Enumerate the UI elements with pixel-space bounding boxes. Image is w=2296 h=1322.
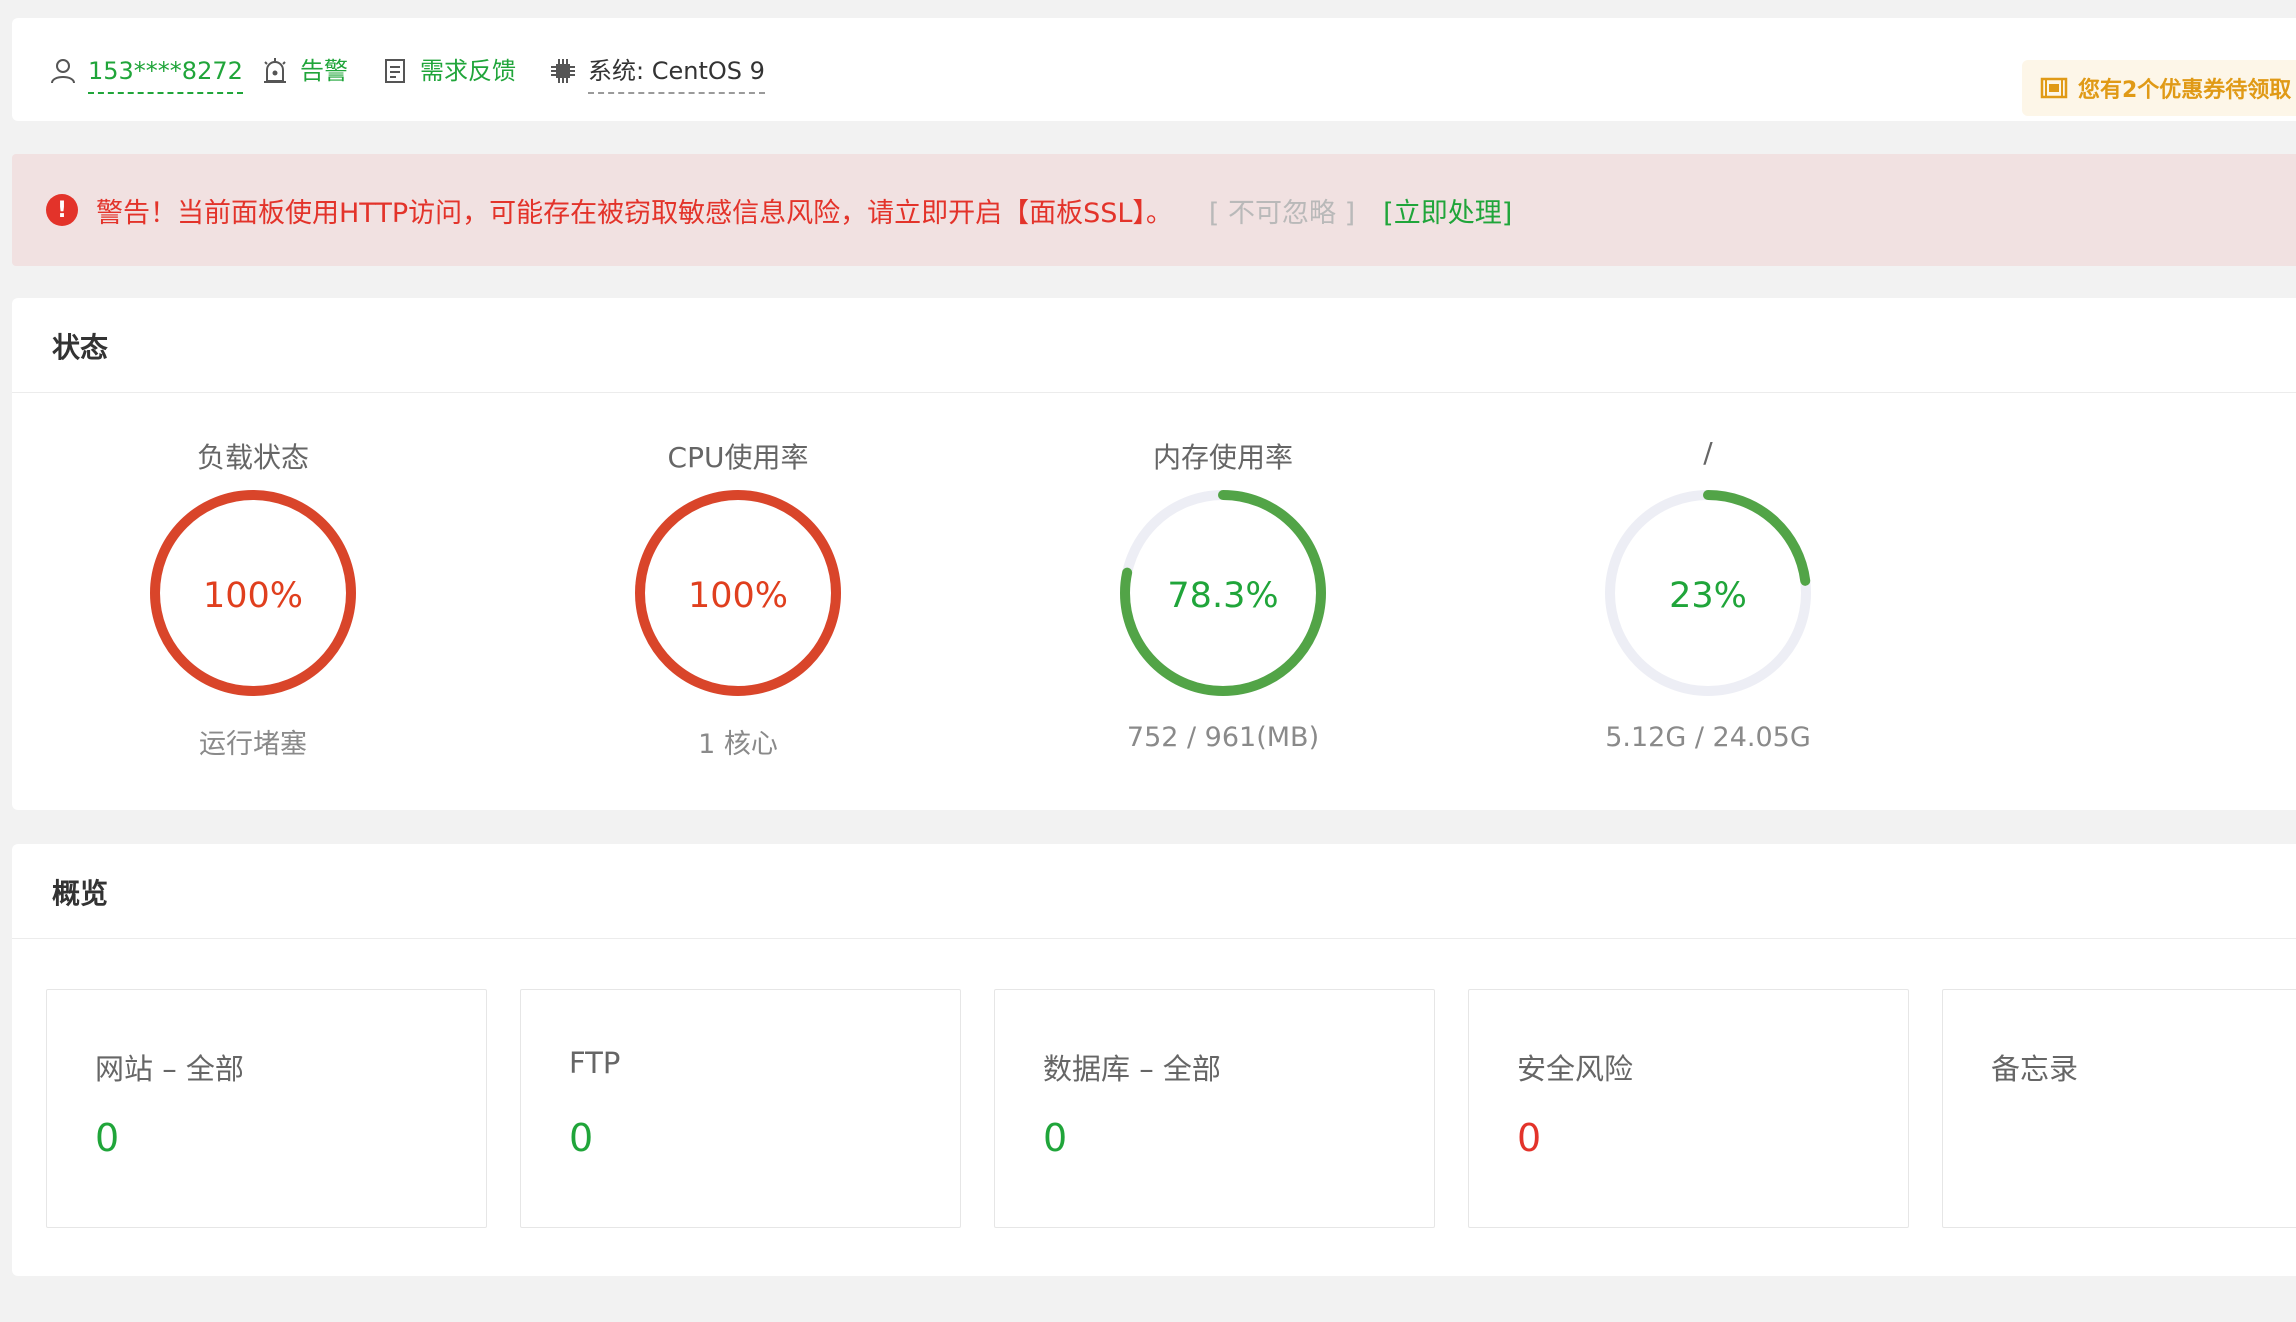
card-security-risk[interactable]: 安全风险 0	[1468, 989, 1909, 1228]
overview-divider	[12, 938, 2296, 939]
gauge-label: 负载状态	[196, 441, 309, 474]
feedback-link[interactable]: 需求反馈	[380, 56, 516, 106]
gauge-value: 23%	[1669, 576, 1747, 616]
card-databases[interactable]: 数据库 – 全部 0	[994, 989, 1435, 1228]
card-title: 数据库 – 全部	[1043, 1052, 1221, 1086]
coupon-icon	[2040, 77, 2068, 99]
user-account[interactable]: 153****8272	[48, 56, 243, 106]
alarm-label: 告警	[300, 57, 348, 85]
card-title: 安全风险	[1517, 1052, 1634, 1086]
gauge-label: /	[1703, 436, 1713, 469]
card-title: FTP	[569, 1046, 621, 1080]
card-value[interactable]: 0	[95, 1116, 119, 1160]
alarm-link[interactable]: 告警	[260, 56, 348, 106]
handle-now-link[interactable]: [立即处理]	[1383, 191, 1512, 230]
document-icon	[385, 59, 405, 83]
coupon-banner[interactable]: 您有2个优惠券待领取	[2022, 60, 2296, 116]
card-ftp[interactable]: FTP 0	[520, 989, 961, 1228]
gauge-value: 78.3%	[1167, 576, 1279, 616]
system-label: 系统:	[588, 57, 645, 85]
card-value[interactable]: 0	[1517, 1116, 1541, 1160]
gauge-value: 100%	[202, 576, 304, 616]
ignore-label: [ 不可忽略 ]	[1208, 197, 1356, 229]
status-title: 状态	[52, 331, 109, 364]
status-divider	[12, 392, 2296, 393]
card-title: 网站 – 全部	[95, 1052, 244, 1086]
system-text[interactable]: 系统: CentOS 9	[588, 56, 765, 94]
user-icon	[51, 59, 75, 84]
gauge-label: 内存使用率	[1152, 441, 1293, 474]
user-phone[interactable]: 153****8272	[88, 56, 243, 94]
gauge-label: CPU使用率	[667, 441, 809, 474]
card-websites[interactable]: 网站 – 全部 0	[46, 989, 487, 1228]
chip-icon	[551, 59, 575, 83]
alert-message: 警告！当前面板使用HTTP访问，可能存在被窃取敏感信息风险，请立即开启【面板SS…	[96, 197, 1173, 229]
card-memo[interactable]: 备忘录	[1942, 989, 2296, 1228]
coupon-text: 您有2个优惠券待领取	[2078, 78, 2292, 103]
card-value[interactable]: 0	[569, 1116, 593, 1160]
system-value: CentOS 9	[651, 57, 765, 85]
top-bar: 153****8272 告警 需求反馈 系统: CentOS 9 您有2个优惠券…	[12, 18, 2296, 121]
alarm-icon	[264, 58, 286, 83]
ssl-warning-alert: ! 警告！当前面板使用HTTP访问，可能存在被窃取敏感信息风险，请立即开启【面板…	[12, 154, 2296, 266]
feedback-label: 需求反馈	[420, 57, 516, 85]
system-info[interactable]: 系统: CentOS 9	[548, 56, 765, 106]
exclamation-icon: !	[46, 194, 78, 226]
overview-title: 概览	[52, 877, 109, 910]
card-title: 备忘录	[1991, 1052, 2079, 1086]
card-value[interactable]: 0	[1043, 1116, 1067, 1160]
gauge-sub: 运行堵塞	[199, 729, 307, 760]
gauge-value: 100%	[687, 576, 789, 616]
overview-panel: 概览 网站 – 全部 0 FTP 0 数据库 – 全部 0 安全风险 0 备忘录	[12, 844, 2296, 1276]
gauge-sub: 1 核心	[698, 729, 778, 760]
status-panel: 状态 负载状态 100% 运行堵塞 CPU使用率 100% 1 核心 内存使用率…	[12, 298, 2296, 810]
gauge-sub: 752 / 961(MB)	[1126, 722, 1320, 753]
gauge-sub: 5.12G / 24.05G	[1605, 722, 1811, 753]
